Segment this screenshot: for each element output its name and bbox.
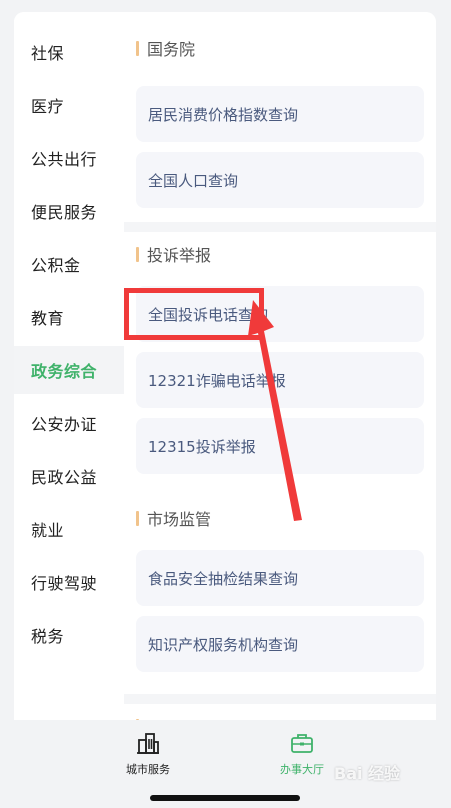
service-item-food-safety-query[interactable]: 食品安全抽检结果查询	[136, 550, 424, 606]
service-item-population-query[interactable]: 全国人口查询	[136, 152, 424, 208]
main-card: 社保 医疗 公共出行 便民服务 公积金 教育 政务综合 公安办证 民政公益 就业…	[14, 12, 436, 720]
sidebar-item-driving[interactable]: 行驶驾驶	[14, 558, 124, 606]
service-content: 国务院 居民消费价格指数查询 全国人口查询 投诉举报 全国投诉电话查询 1232…	[124, 12, 436, 720]
section-bar	[136, 510, 139, 526]
section-title: 投诉举报	[136, 242, 211, 266]
service-item-cpi-query[interactable]: 居民消费价格指数查询	[136, 86, 424, 142]
city-buildings-icon	[137, 733, 159, 754]
home-indicator[interactable]	[150, 795, 300, 801]
sidebar-item-employment[interactable]: 就业	[14, 505, 124, 553]
sidebar-item-education[interactable]: 教育	[14, 293, 124, 341]
sidebar-item-social-security[interactable]: 社保	[14, 28, 124, 76]
section-title-text: 市场监管	[147, 510, 212, 529]
tab-city-services[interactable]: 城市服务	[88, 720, 208, 782]
service-item-12315-complaint[interactable]: 12315投诉举报	[136, 418, 424, 474]
section-bar	[136, 246, 139, 262]
service-item-fraud-call-report[interactable]: 12321诈骗电话举报	[136, 352, 424, 408]
sidebar-item-government[interactable]: 政务综合	[14, 346, 124, 394]
sidebar-item-tax[interactable]: 税务	[14, 611, 124, 659]
tab-city-services-label: 城市服务	[126, 763, 170, 776]
service-item-ip-agency-query[interactable]: 知识产权服务机构查询	[136, 616, 424, 672]
sidebar-item-police[interactable]: 公安办证	[14, 399, 124, 447]
section-title-text: 国务院	[147, 40, 196, 59]
sidebar-item-civil-affairs[interactable]: 民政公益	[14, 452, 124, 500]
section-title-text: 投诉举报	[147, 246, 212, 265]
section-state-council: 国务院 居民消费价格指数查询 全国人口查询	[124, 12, 436, 222]
category-sidebar: 社保 医疗 公共出行 便民服务 公积金 教育 政务综合 公安办证 民政公益 就业…	[14, 12, 124, 720]
section-title: 国务院	[136, 36, 195, 60]
section-bar	[136, 40, 139, 56]
section-market-supervision: 市场监管 食品安全抽检结果查询 知识产权服务机构查询	[124, 494, 436, 694]
section-next-partial	[124, 704, 436, 720]
sidebar-item-housing-fund[interactable]: 公积金	[14, 240, 124, 288]
section-complaints: 投诉举报 全国投诉电话查询 12321诈骗电话举报 12315投诉举报	[124, 232, 436, 494]
sidebar-item-convenience[interactable]: 便民服务	[14, 187, 124, 235]
sidebar-item-medical[interactable]: 医疗	[14, 81, 124, 129]
section-title: 市场监管	[136, 506, 211, 530]
baidu-watermark: Bai 经验	[334, 764, 401, 783]
service-item-complaint-phone-query[interactable]: 全国投诉电话查询	[136, 286, 424, 342]
briefcase-icon	[291, 734, 313, 753]
tab-service-hall-label: 办事大厅	[280, 763, 324, 776]
sidebar-item-public-transport[interactable]: 公共出行	[14, 134, 124, 182]
